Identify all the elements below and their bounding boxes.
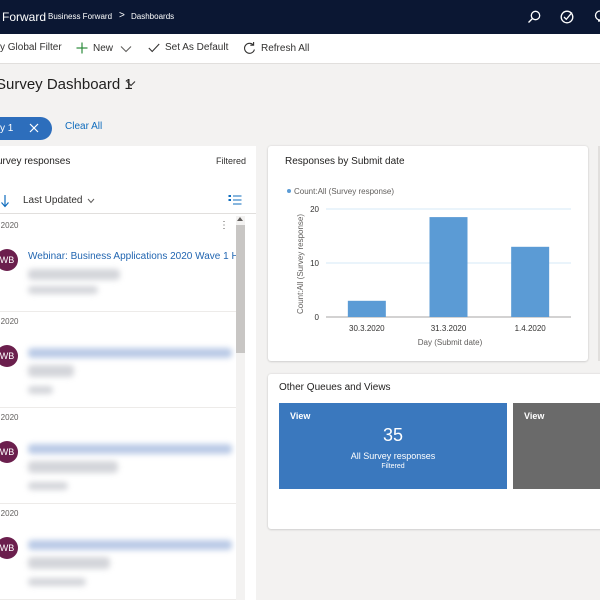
global-filter-label: y Global Filter <box>0 42 62 53</box>
redacted-link[interactable] <box>28 540 232 550</box>
avatar: WB <box>0 441 18 463</box>
x-tick-label: 1.4.2020 <box>515 324 547 333</box>
redacted-text <box>28 578 86 586</box>
plus-icon <box>76 42 88 54</box>
refresh-all-label: Refresh All <box>261 43 310 54</box>
y-axis-label: Count:All (Survey response) <box>296 214 305 314</box>
redacted-text <box>28 482 68 490</box>
lightbulb-icon[interactable] <box>592 9 600 25</box>
list-view-icon[interactable] <box>228 194 242 206</box>
breadcrumb-dashboards[interactable]: Dashboards <box>131 12 174 21</box>
legend-marker <box>287 189 291 193</box>
view-tile-all-survey-responses[interactable]: View 35 All Survey responses Filtered <box>279 403 507 489</box>
tile-filtered-label: Filtered <box>381 463 405 470</box>
y-tick-label: 0 <box>315 313 320 322</box>
tile-view-name: All Survey responses <box>350 451 436 461</box>
global-filter-button[interactable]: y Global Filter <box>0 42 62 53</box>
bar[interactable] <box>511 246 550 317</box>
sort-arrow-down-icon[interactable] <box>0 194 10 208</box>
stream-filtered-label: Filtered <box>215 156 246 166</box>
tile-view-label: View <box>290 411 311 421</box>
bar[interactable] <box>347 300 386 317</box>
filter-chip-label: y 1 <box>0 123 14 134</box>
chevron-down-icon[interactable] <box>126 80 136 87</box>
y-tick-label: 10 <box>310 259 319 268</box>
bar-chart: Count:All (Survey response) 0 10 20 30.3.20… <box>287 187 571 347</box>
command-bar: y Global Filter New Set As Default Refre… <box>0 34 600 64</box>
redacted-text <box>28 386 53 394</box>
new-label: New <box>93 42 114 54</box>
redacted-text <box>28 365 74 377</box>
checkmark-icon <box>148 43 160 52</box>
search-icon[interactable] <box>526 9 542 25</box>
task-check-icon[interactable] <box>559 9 575 25</box>
redacted-link[interactable] <box>28 348 232 358</box>
legend-label[interactable]: Count:All (Survey response) <box>294 187 394 196</box>
more-options-icon[interactable]: ⋮ <box>219 220 229 231</box>
scrollbar-thumb[interactable] <box>236 225 245 353</box>
list-item[interactable]: 4.2020 WB <box>0 408 236 504</box>
item-title-link[interactable]: Webinar: Business Applications 2020 Wave… <box>28 251 236 262</box>
scroll-up-arrow[interactable] <box>237 217 243 221</box>
list-item[interactable]: 4.2020 WB <box>0 312 236 408</box>
filter-chip[interactable]: y 1 <box>0 117 52 140</box>
tile-view-label: View <box>524 411 545 421</box>
stream-divider <box>0 213 256 214</box>
view-tile-second[interactable]: View <box>513 403 600 489</box>
y-tick-label: 20 <box>310 205 319 214</box>
redacted-text <box>28 286 98 294</box>
item-date: 4.2020 <box>0 509 19 518</box>
avatar: WB <box>0 249 18 271</box>
refresh-all-button[interactable]: Refresh All <box>243 42 309 55</box>
top-navigation-bar: Forward Business Forward > Dashboards <box>0 0 600 34</box>
x-tick-label: 30.3.2020 <box>349 324 385 333</box>
item-date: 4.2020 <box>0 221 19 230</box>
close-icon[interactable] <box>29 123 39 133</box>
survey-responses-stream: urvey responses Filtered Last Updated 4.… <box>0 146 256 600</box>
refresh-icon <box>244 42 255 54</box>
app-name[interactable]: Forward <box>2 10 46 24</box>
queues-title: Other Queues and Views <box>279 382 391 393</box>
new-button[interactable]: New <box>76 42 113 54</box>
avatar: WB <box>0 345 18 367</box>
list-item[interactable]: 4.2020 ⋮ WB Webinar: Business Applicatio… <box>0 216 236 312</box>
clear-all-link[interactable]: Clear All <box>65 121 102 132</box>
x-tick-label: 31.3.2020 <box>431 324 467 333</box>
tile-count: 35 <box>382 425 404 445</box>
list-item[interactable]: 4.2020 WB <box>0 504 236 600</box>
item-date: 4.2020 <box>0 317 19 326</box>
chevron-down-icon[interactable] <box>87 198 95 204</box>
item-date: 4.2020 <box>0 413 19 422</box>
redacted-link[interactable] <box>28 444 232 454</box>
chevron-down-icon[interactable] <box>120 45 132 53</box>
responses-chart-card: Responses by Submit date Count:All (Surv… <box>268 146 588 361</box>
breadcrumb-app[interactable]: Business Forward <box>48 12 112 21</box>
redacted-text <box>28 269 120 280</box>
redacted-text <box>28 557 110 569</box>
avatar: WB <box>0 537 18 559</box>
redacted-text <box>28 461 118 473</box>
set-as-default-button[interactable]: Set As Default <box>148 42 228 53</box>
sort-field-label[interactable]: Last Updated <box>23 195 83 206</box>
set-as-default-label: Set As Default <box>165 42 229 53</box>
x-axis-label: Day (Submit date) <box>418 338 483 347</box>
stream-title: urvey responses <box>0 156 71 167</box>
other-queues-card: Other Queues and Views View 35 All Surve… <box>268 374 600 529</box>
bar[interactable] <box>429 217 468 317</box>
dashboard-title[interactable]: Survey Dashboard 1 <box>0 76 133 93</box>
breadcrumb-separator: > <box>119 10 125 21</box>
